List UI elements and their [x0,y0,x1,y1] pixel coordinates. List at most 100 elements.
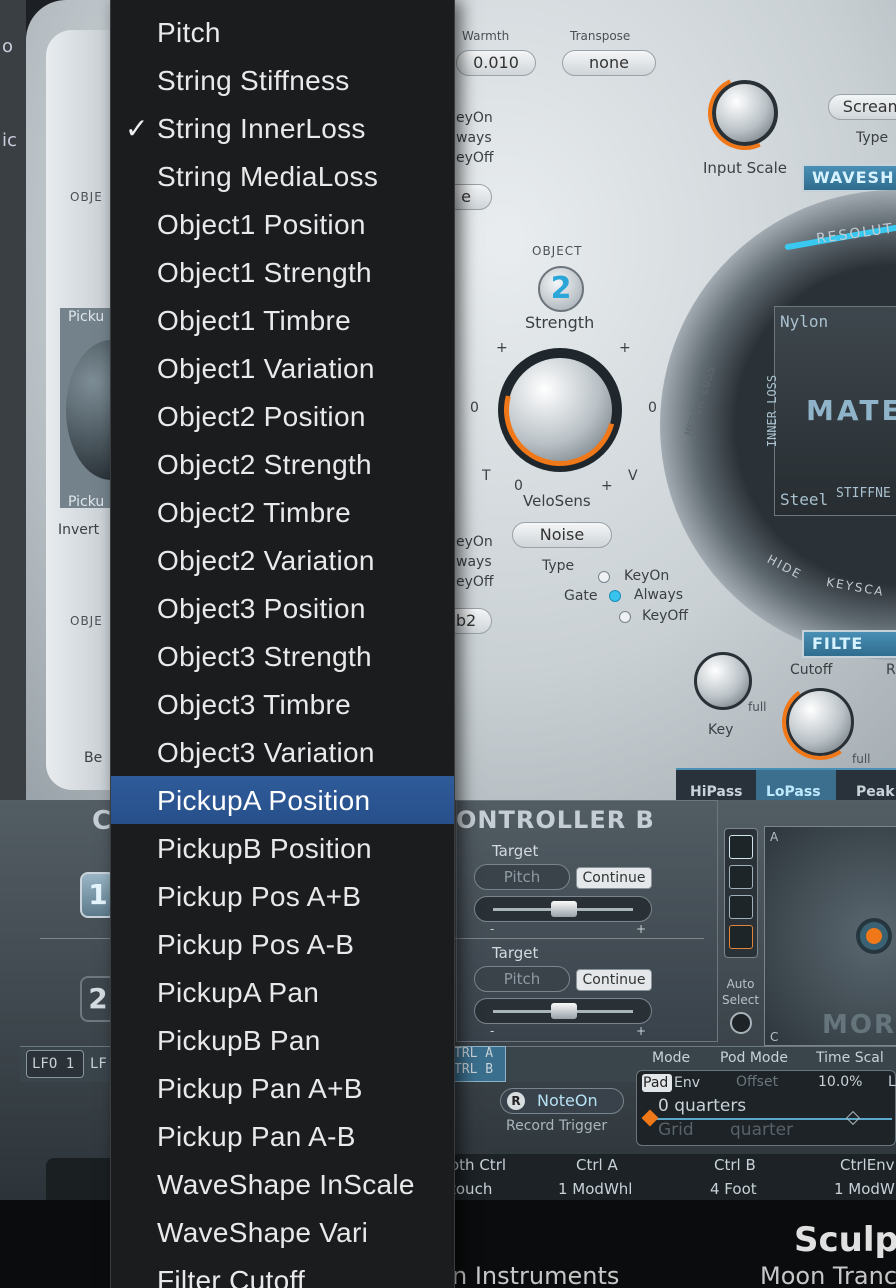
stiffness-label: STIFFNE [836,486,891,501]
menu-item[interactable]: Object1 Variation [111,344,454,392]
menu-item[interactable]: Object2 Strength [111,440,454,488]
controller-1-slider[interactable] [474,896,652,922]
filter-type-lopass[interactable]: LoPass [766,784,821,800]
gate-option-always[interactable]: Always [634,587,683,603]
filter-type-hipass[interactable]: HiPass [690,784,743,800]
menu-item-label: PickupA Position [157,785,371,816]
slider-thumb[interactable] [551,901,577,917]
ctrl-env-label: CtrlEnv [840,1156,895,1174]
object1-label-fragment: OBJE [70,190,103,204]
offset-value[interactable]: 10.0% [818,1074,862,1090]
menu-item[interactable]: Object1 Strength [111,248,454,296]
filter-tab[interactable]: FILTE [802,630,896,658]
menu-item[interactable]: PickupB Pan [111,1016,454,1064]
l-label: L [888,1074,896,1090]
menu-item[interactable]: Pitch [111,8,454,56]
menu-item[interactable]: Object2 Timbre [111,488,454,536]
menu-item[interactable]: String Stiffness [111,56,454,104]
menu-item-label: PickupB Position [157,833,372,864]
menu-item[interactable]: Pickup Pos A+B [111,872,454,920]
menu-item-label: PickupA Pan [157,977,320,1008]
pad-button[interactable]: Pad [643,1075,668,1091]
continue-2-button[interactable]: Continue [576,969,652,991]
knob-plus-mark: + [601,478,613,494]
menu-item[interactable]: WaveShape InScale [111,1160,454,1208]
menu-item-label: Pickup Pos A-B [157,929,355,960]
knob-zero-mark: 0 [470,400,479,416]
menu-item[interactable]: Object1 Timbre [111,296,454,344]
transpose-field[interactable]: none [562,50,656,76]
menu-item[interactable]: Filter Cutoff [111,1256,454,1288]
menu-item[interactable]: WaveShape Vari [111,1208,454,1256]
waveshaper-tab[interactable]: WAVESH [802,164,896,192]
noise-button[interactable]: Noise [512,522,612,548]
gate-radio-keyoff[interactable] [619,611,631,623]
grid-label: Grid [658,1120,694,1140]
footer-patch-name[interactable]: Moon Trance [760,1262,896,1288]
object-label: OBJECT [532,244,583,258]
bottom-left-tab [46,1158,116,1204]
ctrl-a-value[interactable]: 1 ModWhl [558,1180,632,1198]
ctrl-env-value[interactable]: 1 ModW [834,1180,895,1198]
scream-button[interactable]: Scream [828,94,896,120]
morph-point-button[interactable] [729,895,753,919]
menu-item[interactable]: Object3 Timbre [111,680,454,728]
menu-item[interactable]: Object2 Position [111,392,454,440]
record-trigger-selector[interactable]: R NoteOn [500,1088,624,1114]
controller-b-title: ONTROLLER B [456,806,655,834]
left-edge-fragment: o [2,36,14,57]
filter-type-peak[interactable]: Peak [856,784,895,800]
gate-radio-always[interactable] [609,590,621,602]
menu-item[interactable]: PickupA Position [111,776,454,824]
menu-item[interactable]: Object3 Variation [111,728,454,776]
menu-item[interactable]: Object3 Strength [111,632,454,680]
gate-radio-keyon[interactable] [598,571,610,583]
menu-item[interactable]: PickupB Position [111,824,454,872]
velosens-label: VeloSens [523,492,591,510]
target-2-selector[interactable]: Pitch [474,966,570,992]
nylon-label: Nylon [780,312,829,331]
plugin-title: Sculpt [794,1220,896,1260]
menu-item[interactable]: String MediaLoss [111,152,454,200]
menu-item-label: Object1 Strength [157,257,372,288]
menu-item[interactable]: Object2 Variation [111,536,454,584]
morph-point-button[interactable] [729,865,753,889]
invert-label-fragment: Invert [58,522,100,538]
slider-thumb[interactable] [551,1003,577,1019]
env-button[interactable]: Env [674,1075,700,1091]
menu-item[interactable]: Pickup Pos A-B [111,920,454,968]
key-knob[interactable] [694,652,752,710]
menu-item-label: Pitch [157,17,221,48]
menu-item[interactable]: ✓ String InnerLoss [111,104,454,152]
morph-point-button[interactable] [729,835,753,859]
gate-option-keyon[interactable]: KeyOn [624,568,669,584]
continue-1-button[interactable]: Continue [576,867,652,889]
menu-item[interactable]: Object3 Position [111,584,454,632]
slider-plus: + [636,1024,647,1038]
footer-category[interactable]: n Instruments [452,1262,619,1288]
transpose-label: Transpose [570,29,631,43]
target-1-selector[interactable]: Pitch [474,864,570,890]
menu-item[interactable]: Pickup Pan A-B [111,1112,454,1160]
morph-position-handle[interactable] [866,928,882,944]
menu-item[interactable]: PickupA Pan [111,968,454,1016]
menu-item[interactable]: Object1 Position [111,200,454,248]
ctrl-b-value[interactable]: 4 Foot [710,1180,757,1198]
object-number-badge[interactable]: 2 [538,266,584,312]
menu-item[interactable]: Pickup Pan A+B [111,1064,454,1112]
record-icon: R [507,1092,525,1110]
lfo2-tab[interactable]: LF [90,1056,107,1072]
morph-point-button[interactable] [729,925,753,949]
controller-2-slider[interactable] [474,998,652,1024]
lfo1-tab[interactable]: LFO 1 [32,1056,74,1072]
menu-item-label: Pickup Pan A-B [157,1121,356,1152]
auto-select-button[interactable] [730,1012,752,1034]
gate-label: Gate [564,588,598,604]
checkmark-icon: ✓ [125,113,149,144]
warmth-field[interactable]: 0.010 [456,50,536,76]
knob-t-mark: T [482,468,491,484]
ctrl-ab-tab[interactable]: TRL A TRL B [454,1046,493,1078]
gate-option-keyoff[interactable]: KeyOff [642,608,688,624]
breath-ctrl-value[interactable]: touch [450,1180,492,1198]
menu-item-label: Object2 Position [157,401,366,432]
